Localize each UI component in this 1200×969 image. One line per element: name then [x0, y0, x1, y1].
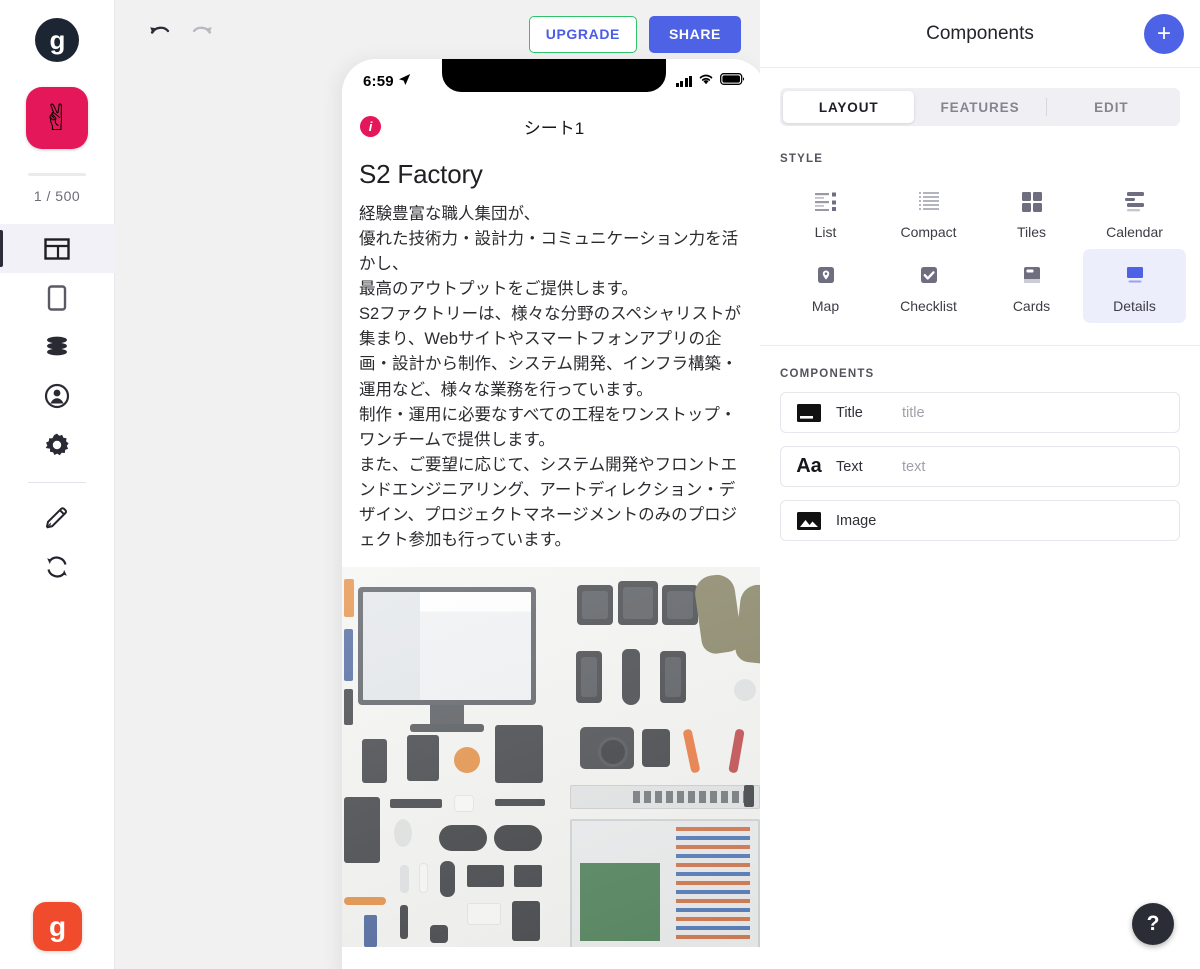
checkbox-icon — [914, 260, 944, 290]
details-icon — [1120, 260, 1150, 290]
app-icon[interactable]: ✌ — [26, 87, 88, 149]
panel-header: Components + — [760, 0, 1200, 68]
component-row-text[interactable]: Aa Text text — [780, 446, 1180, 487]
image-icon — [796, 511, 822, 531]
style-option-tiles[interactable]: Tiles — [980, 175, 1083, 249]
panel-title: Components — [926, 22, 1034, 44]
tab-layout[interactable]: LAYOUT — [783, 91, 915, 123]
battery-icon — [720, 72, 745, 90]
redo-icon — [190, 22, 214, 47]
style-option-checklist[interactable]: Checklist — [877, 249, 980, 323]
sidebar-item-design[interactable] — [0, 493, 115, 542]
component-row-image[interactable]: Image — [780, 500, 1180, 541]
components-section: COMPONENTS Title title Aa Text text Imag… — [760, 346, 1200, 541]
canvas-toolbar: UPGRADE SHARE — [115, 0, 760, 68]
component-value: title — [902, 404, 925, 421]
style-option-label: Calendar — [1106, 224, 1163, 240]
sidebar-item-device[interactable] — [0, 273, 115, 322]
components-list: Title title Aa Text text Image — [760, 380, 1200, 541]
sheet-title: シート1 — [523, 118, 585, 138]
tiles-icon — [1017, 186, 1047, 216]
sidebar-item-data[interactable] — [0, 322, 115, 371]
undo-icon — [148, 22, 172, 47]
rail-bottom: g — [0, 902, 115, 951]
map-pin-icon — [811, 260, 841, 290]
components-panel: Components + LAYOUT FEATURES EDIT STYLE … — [760, 0, 1200, 969]
status-right-group — [675, 72, 746, 90]
sidebar-item-settings[interactable] — [0, 420, 115, 469]
style-section: STYLE List Compact Tiles Calendar Map Ch… — [760, 126, 1200, 346]
signal-bars-icon — [675, 75, 692, 87]
add-component-button[interactable]: + — [1144, 14, 1184, 54]
canvas-area: UPGRADE SHARE 6:59 i シート1 S2 Factory 経験豊… — [115, 0, 760, 969]
redo-button[interactable] — [185, 17, 219, 51]
list-icon — [811, 186, 841, 216]
component-row-title[interactable]: Title title — [780, 392, 1180, 433]
panel-tabs: LAYOUT FEATURES EDIT — [780, 88, 1180, 126]
info-icon[interactable]: i — [360, 115, 381, 137]
phone-status-bar: 6:59 — [342, 59, 760, 103]
account-logo[interactable]: g — [35, 18, 79, 62]
sidebar-item-refresh[interactable] — [0, 542, 115, 591]
style-option-label: Details — [1113, 298, 1156, 314]
style-option-cards[interactable]: Cards — [980, 249, 1083, 323]
users-icon — [44, 383, 70, 409]
style-option-label: Tiles — [1016, 224, 1047, 240]
device-icon — [47, 284, 67, 311]
phone-preview[interactable]: 6:59 i シート1 S2 Factory 経験豊富な職人集団が、 優れた技術… — [342, 59, 760, 969]
page-title: S2 Factory — [359, 159, 483, 189]
style-option-label: List — [814, 224, 837, 240]
help-button[interactable]: ? — [1132, 903, 1174, 945]
pencil-icon — [44, 505, 70, 531]
style-grid: List Compact Tiles Calendar Map Checklis… — [774, 175, 1186, 323]
component-name: Text — [836, 458, 863, 475]
style-option-label: Cards — [1012, 298, 1051, 314]
location-arrow-icon — [398, 73, 411, 89]
compact-list-icon — [914, 186, 944, 216]
calendar-icon — [1120, 186, 1150, 216]
share-button[interactable]: SHARE — [648, 15, 741, 53]
plus-icon: + — [1156, 20, 1171, 47]
gear-icon — [44, 432, 70, 458]
rail-nav-separator — [28, 482, 86, 483]
text-aa-icon: Aa — [796, 455, 822, 477]
component-value: text — [902, 458, 926, 475]
style-option-calendar[interactable]: Calendar — [1083, 175, 1186, 249]
database-icon — [44, 335, 70, 359]
style-option-list[interactable]: List — [774, 175, 877, 249]
component-name: Title — [836, 404, 863, 421]
rail-divider — [28, 173, 86, 176]
style-option-label: Map — [811, 298, 840, 314]
style-option-details[interactable]: Details — [1083, 249, 1186, 323]
style-section-label: STYLE — [780, 153, 824, 165]
sidebar-item-layout[interactable] — [0, 224, 115, 273]
tab-features[interactable]: FEATURES — [914, 91, 1045, 123]
sidebar-item-users[interactable] — [0, 371, 115, 420]
style-option-map[interactable]: Map — [774, 249, 877, 323]
title-block-icon — [796, 403, 822, 423]
page-body-text: 経験豊富な職人集団が、 優れた技術力・設計力・コミュニケーション力を活かし、 最… — [359, 205, 742, 550]
components-section-label: COMPONENTS — [780, 368, 875, 380]
component-name: Image — [836, 512, 877, 529]
layout-icon — [44, 237, 70, 261]
upgrade-button[interactable]: UPGRADE — [528, 15, 637, 53]
tab-edit[interactable]: EDIT — [1045, 91, 1177, 123]
style-option-label: Checklist — [900, 298, 957, 314]
style-option-compact[interactable]: Compact — [877, 175, 980, 249]
cards-icon — [1017, 260, 1047, 290]
status-time: 6:59 — [363, 72, 394, 90]
usage-count: 1 / 500 — [33, 188, 81, 204]
left-rail: g ✌ 1 / 500 g — [0, 0, 115, 969]
refresh-icon — [44, 554, 70, 580]
flat-lay-photo — [342, 567, 760, 948]
phone-appbar: i シート1 — [342, 103, 760, 149]
style-option-label: Compact — [900, 224, 957, 240]
undo-button[interactable] — [143, 17, 177, 51]
brand-logo[interactable]: g — [33, 902, 82, 951]
rail-nav — [0, 224, 115, 591]
wifi-icon — [698, 72, 714, 90]
